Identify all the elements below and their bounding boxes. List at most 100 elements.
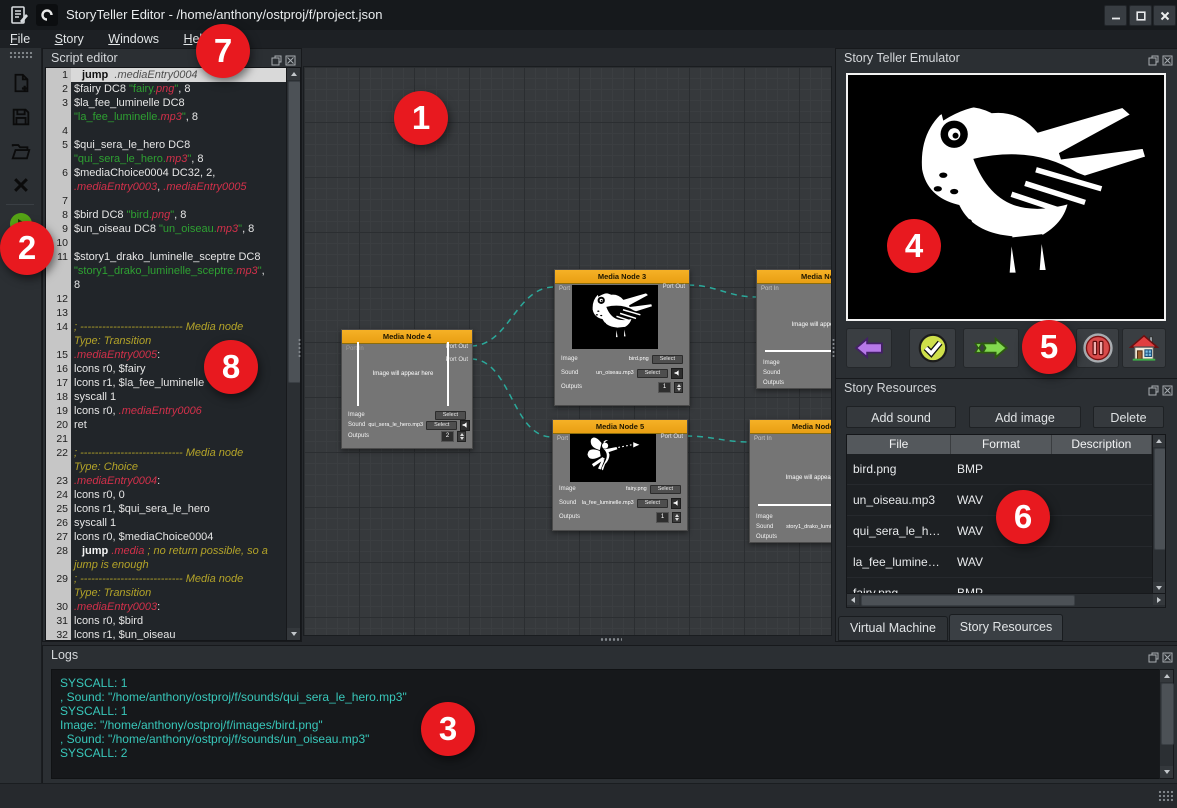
tab-story-resources[interactable]: Story Resources [949, 614, 1063, 641]
media-node-6[interactable]: Media Node 6 Port In Image will appear h… [749, 419, 832, 543]
ok-button[interactable] [909, 328, 956, 368]
table-row[interactable]: bird.pngBMP [847, 454, 1152, 485]
save-icon[interactable] [8, 104, 34, 130]
code-line[interactable]: .mediaEntry0003, .mediaEntry0005 [46, 180, 287, 194]
code-line[interactable]: jump is enough [46, 558, 287, 572]
table-hscrollbar[interactable] [846, 593, 1166, 608]
scroll-up-icon[interactable] [287, 68, 300, 80]
code-line[interactable]: 8$bird DC8 "bird.png", 8 [46, 208, 287, 222]
resize-grip[interactable] [1158, 790, 1173, 803]
code-line[interactable]: 26syscall 1 [46, 516, 287, 530]
code-line[interactable]: 27lcons r0, $mediaChoice0004 [46, 530, 287, 544]
port-out[interactable]: Port Out [661, 434, 683, 440]
port-in[interactable]: Port In [761, 286, 779, 292]
scroll-right-icon[interactable] [1153, 594, 1165, 605]
float-panel-icon[interactable] [1148, 383, 1159, 401]
port-out[interactable]: Port Out [446, 357, 468, 363]
media-node-4[interactable]: Media Node 4 Port In Port Out Port Out I… [341, 329, 473, 449]
code-line[interactable]: "qui_sera_le_hero.mp3", 8 [46, 152, 287, 166]
menu-windows[interactable]: Windows [98, 31, 169, 49]
code-line[interactable]: 20ret [46, 418, 287, 432]
scroll-up-icon[interactable] [1160, 670, 1173, 682]
spinner-arrows-icon[interactable] [674, 382, 683, 393]
code-line[interactable]: Type: Transition [46, 334, 287, 348]
column-header[interactable]: Format [951, 435, 1051, 454]
code-line[interactable]: 21 [46, 432, 287, 446]
code-line[interactable]: 22; ---------------------------- Media n… [46, 446, 287, 460]
code-line[interactable]: 7 [46, 194, 287, 208]
minimize-button[interactable] [1104, 5, 1127, 26]
logs-scroll-thumb[interactable] [1161, 683, 1174, 745]
code-line[interactable]: 29; ---------------------------- Media n… [46, 572, 287, 586]
speaker-icon[interactable] [460, 420, 470, 431]
code-line[interactable]: 11$story1_drako_luminelle_sceptre DC8 [46, 250, 287, 264]
table-row[interactable]: la_fee_lumine…WAV [847, 547, 1152, 578]
select-sound-button[interactable]: Select [637, 499, 668, 508]
close-panel-icon[interactable] [1162, 650, 1173, 668]
media-node-clipped-top[interactable]: Media Node Port In Image will appear her… [756, 269, 832, 389]
splitter-bottom[interactable] [600, 637, 622, 642]
new-document-icon[interactable] [8, 70, 34, 96]
code-line[interactable]: 19lcons r0, .mediaEntry0006 [46, 404, 287, 418]
node-title[interactable]: Media Node 6 [750, 420, 832, 434]
home-button[interactable] [1122, 328, 1166, 368]
code-line[interactable]: Type: Choice [46, 460, 287, 474]
media-node-3[interactable]: Media Node 3 Port In Port Out Image bird… [554, 269, 690, 406]
code-line[interactable]: 18syscall 1 [46, 390, 287, 404]
add-sound-button[interactable]: Add sound [846, 406, 956, 428]
speaker-icon[interactable] [671, 498, 681, 509]
scroll-left-icon[interactable] [847, 594, 859, 605]
delete-button[interactable]: Delete [1093, 406, 1164, 428]
pause-button[interactable] [1076, 328, 1119, 368]
code-editor[interactable]: 1jump .mediaEntry00042$fairy DC8 "fairy.… [45, 67, 301, 641]
node-title[interactable]: Media Node [757, 270, 832, 284]
code-line[interactable]: 4 [46, 124, 287, 138]
column-header[interactable]: Description [1052, 435, 1152, 454]
code-line[interactable]: Type: Transition [46, 586, 287, 600]
code-line[interactable]: 32lcons r1, $un_oiseau [46, 628, 287, 641]
code-line[interactable]: 25lcons r1, $qui_sera_le_hero [46, 502, 287, 516]
node-title[interactable]: Media Node 3 [555, 270, 689, 284]
code-line[interactable]: "la_fee_luminelle.mp3", 8 [46, 110, 287, 124]
float-panel-icon[interactable] [1148, 650, 1159, 668]
port-out[interactable]: Port Out [446, 344, 468, 350]
log-output[interactable]: SYSCALL: 1, Sound: "/home/anthony/ostpro… [51, 669, 1174, 779]
node-title[interactable]: Media Node 5 [553, 420, 687, 434]
select-image-button[interactable]: Select [652, 355, 683, 364]
code-line[interactable]: 9$un_oiseau DC8 "un_oiseau.mp3", 8 [46, 222, 287, 236]
speaker-icon[interactable] [671, 368, 683, 379]
code-line[interactable]: 3$la_fee_luminelle DC8 [46, 96, 287, 110]
code-line[interactable]: 14; ---------------------------- Media n… [46, 320, 287, 334]
code-line[interactable]: 6$mediaChoice0004 DC32, 2, [46, 166, 287, 180]
port-in[interactable]: Port In [754, 436, 772, 442]
forward-button[interactable] [963, 328, 1019, 368]
code-line[interactable]: 1jump .mediaEntry0004 [46, 68, 287, 82]
code-line[interactable]: 28jump .media ; no return possible, so a [46, 544, 287, 558]
close-project-icon[interactable] [8, 172, 34, 198]
select-sound-button[interactable]: Select [637, 369, 668, 378]
code-line[interactable]: 24lcons r0, 0 [46, 488, 287, 502]
menu-file[interactable]: File [0, 31, 40, 49]
code-line[interactable]: 30.mediaEntry0003: [46, 600, 287, 614]
spinner-arrows-icon[interactable] [457, 431, 466, 442]
scroll-down-icon[interactable] [1160, 766, 1173, 778]
select-sound-button[interactable]: Select [426, 421, 457, 430]
outputs-spinner[interactable]: 1 [656, 512, 669, 523]
node-canvas[interactable]: Media Node 4 Port In Port Out Port Out I… [303, 66, 832, 636]
outputs-spinner[interactable]: 2 [441, 431, 454, 442]
logs-scrollbar[interactable] [1159, 669, 1174, 779]
table-scrollbar[interactable] [1152, 435, 1165, 594]
code-line[interactable]: 13 [46, 306, 287, 320]
spinner-arrows-icon[interactable] [672, 512, 681, 523]
scroll-down-icon[interactable] [287, 628, 300, 640]
code-line[interactable]: 2$fairy DC8 "fairy.png", 8 [46, 82, 287, 96]
close-button[interactable] [1153, 5, 1176, 26]
select-image-button[interactable]: Select [435, 411, 466, 420]
scroll-up-icon[interactable] [1153, 435, 1165, 447]
splitter-left[interactable] [297, 338, 302, 358]
select-image-button[interactable]: Select [650, 485, 681, 494]
maximize-button[interactable] [1129, 5, 1152, 26]
code-line[interactable]: 10 [46, 236, 287, 250]
code-line[interactable]: 8 [46, 278, 287, 292]
tab-virtual-machine[interactable]: Virtual Machine [838, 616, 948, 641]
